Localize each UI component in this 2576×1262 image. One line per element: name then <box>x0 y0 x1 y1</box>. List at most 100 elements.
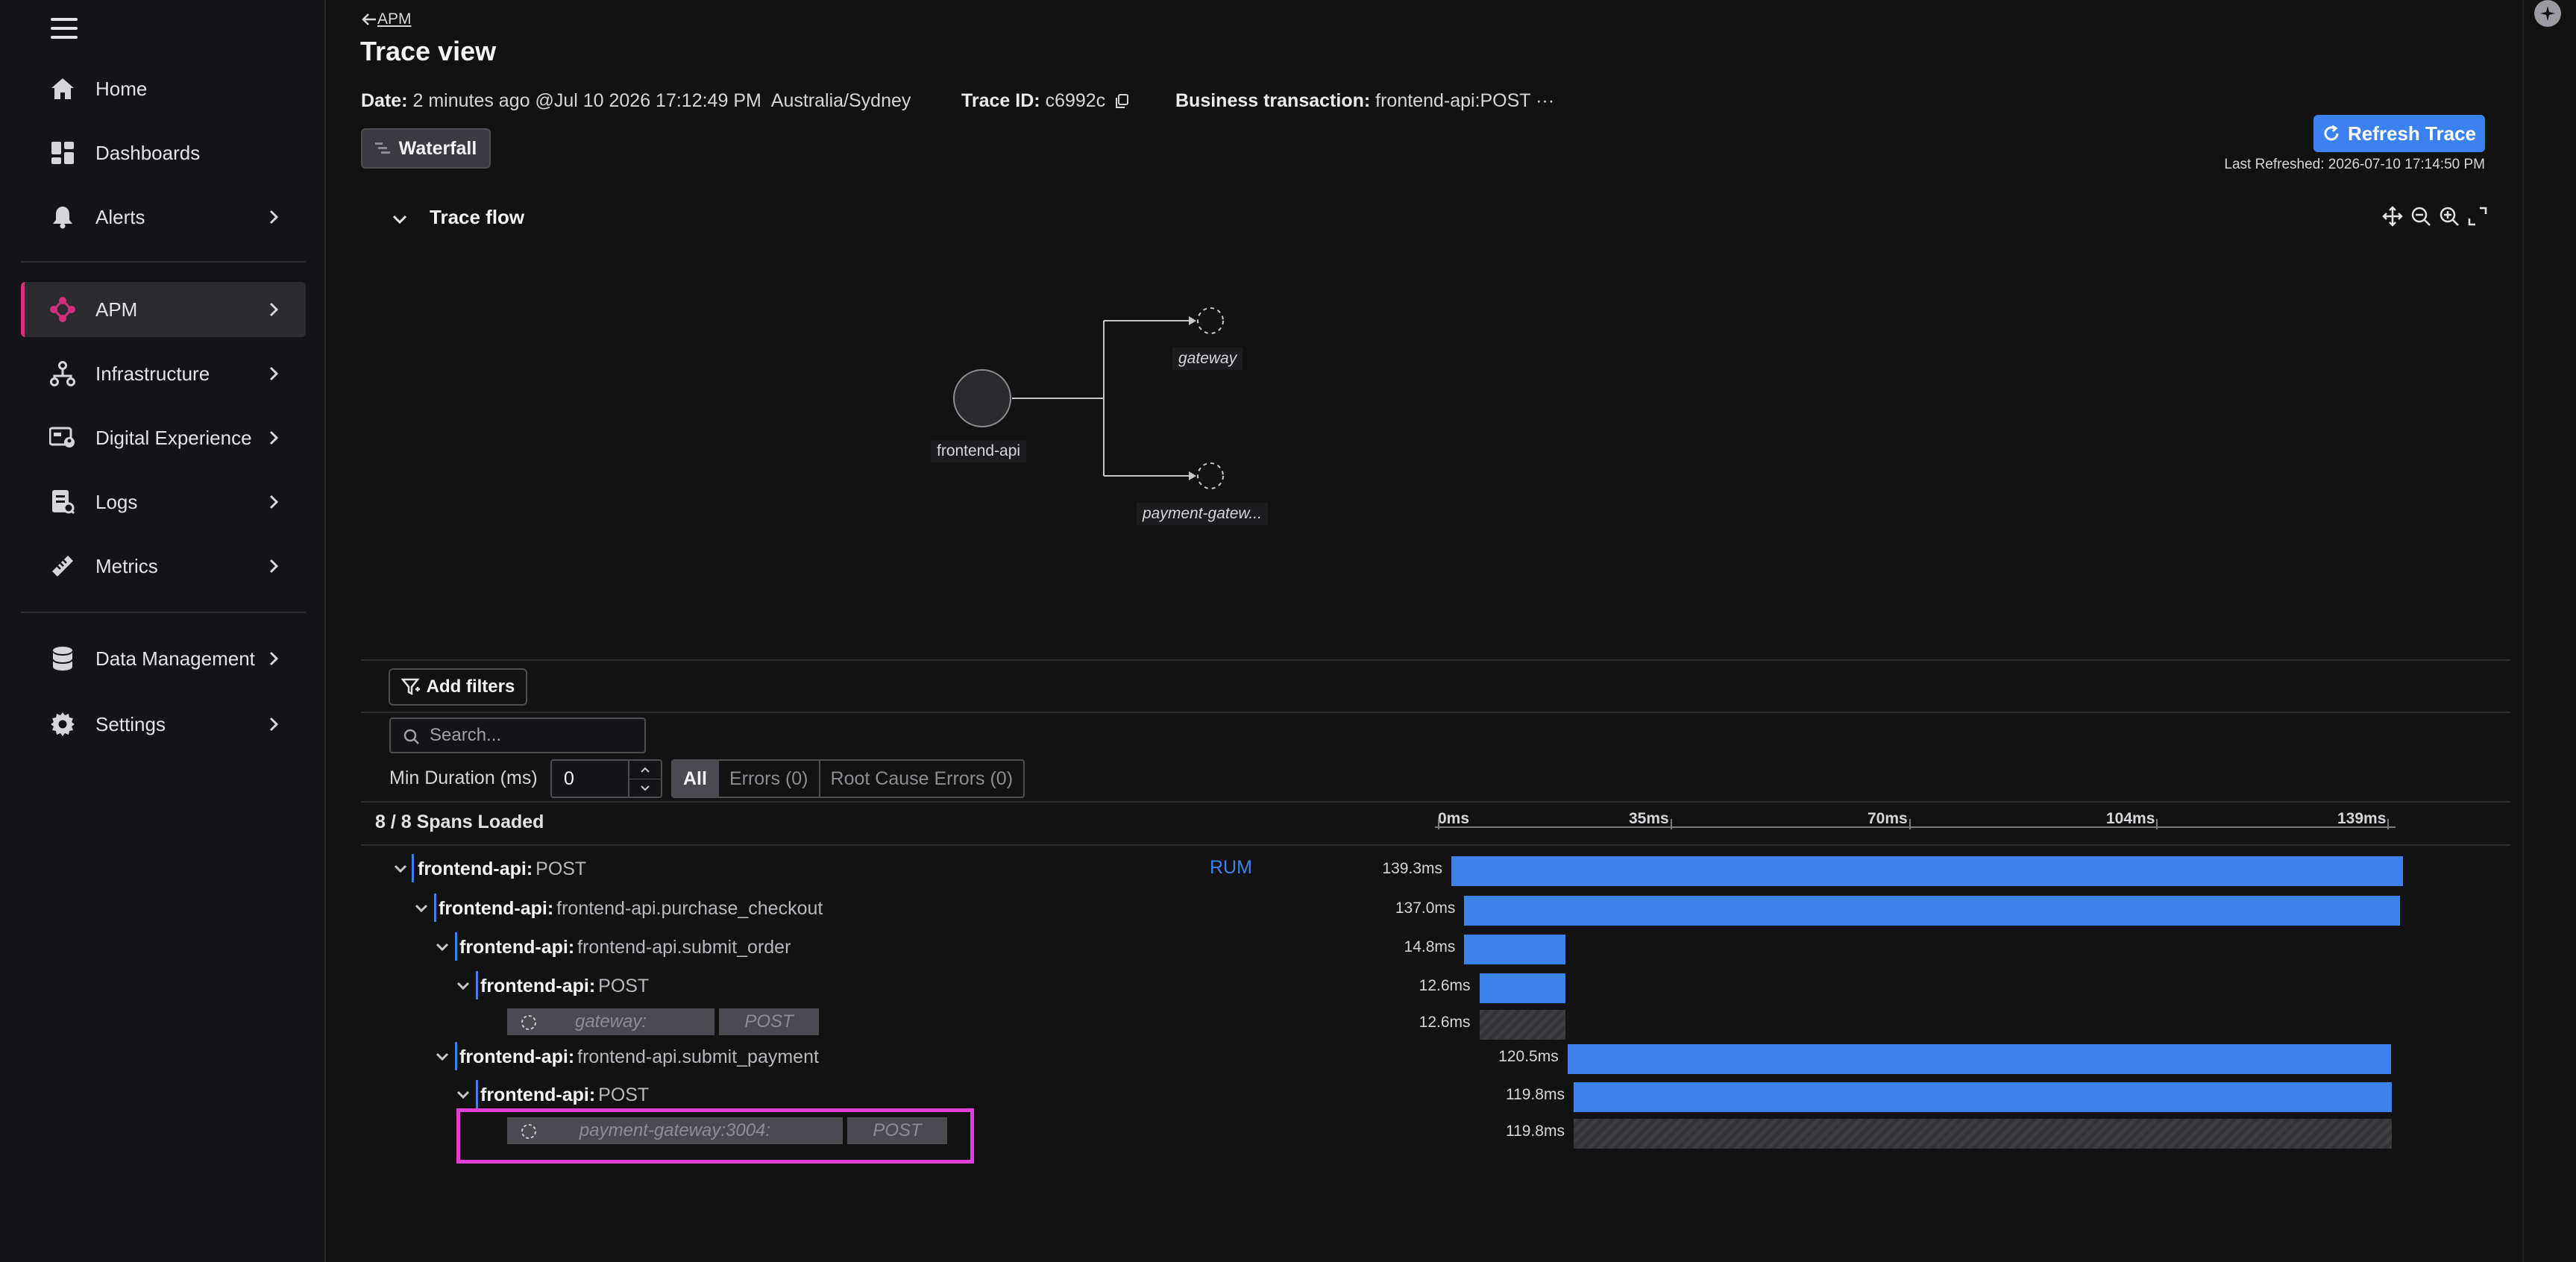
sidebar-item-infrastructure[interactable]: Infrastructure <box>21 346 306 401</box>
sidebar-item-label: Dashboards <box>95 141 201 164</box>
copy-icon[interactable] <box>1113 93 1130 110</box>
digital-experience-icon <box>49 424 76 451</box>
date-value: 2 minutes ago @Jul 10 2026 17:12:49 PM <box>412 90 761 111</box>
remote-method: POST <box>744 1011 794 1032</box>
refresh-trace-button[interactable]: Refresh Trace <box>2313 115 2485 152</box>
span-duration-label: 137.0ms <box>1395 900 1456 917</box>
span-duration-bar[interactable] <box>1464 935 1565 964</box>
sidebar-item-metrics[interactable]: Metrics <box>21 539 306 594</box>
min-duration-field[interactable] <box>550 759 662 798</box>
chevron-right-icon <box>269 430 279 445</box>
span-duration-bar[interactable] <box>1479 1010 1565 1040</box>
span-operation: POST <box>598 976 650 996</box>
timeline-axis: 0ms 35ms 70ms 104ms 139ms <box>1435 810 2396 829</box>
tab-root-cause-errors[interactable]: Root Cause Errors (0) <box>820 761 1024 797</box>
expand-chevron-icon[interactable] <box>413 900 430 917</box>
min-duration-stepper[interactable] <box>628 761 661 797</box>
sidebar-item-label: APM <box>95 298 138 321</box>
sidebar-item-logs[interactable]: Logs <box>21 474 306 530</box>
expand-chevron-icon[interactable] <box>434 939 450 955</box>
chevron-right-icon <box>269 559 279 574</box>
tab-all[interactable]: All <box>673 761 719 797</box>
sidebar-item-home[interactable]: Home <box>21 61 306 116</box>
arrowhead <box>1189 316 1196 325</box>
axis-tick: 70ms <box>1867 810 1911 829</box>
span-duration-bar[interactable] <box>1451 856 2403 886</box>
back-to-apm-link[interactable]: APM <box>361 10 412 28</box>
chevron-right-icon <box>269 651 279 666</box>
span-service: frontend-api: <box>459 937 575 958</box>
collapse-trace-flow-icon[interactable] <box>388 207 412 231</box>
refresh-icon <box>2324 125 2339 141</box>
span-duration-bar[interactable] <box>1573 1082 2393 1112</box>
add-filters-button[interactable]: Add filters <box>389 668 527 706</box>
sidebar-item-digital-experience[interactable]: Digital Experience <box>21 410 306 465</box>
sidebar-item-data-management[interactable]: Data Management <box>21 631 306 686</box>
span-depth-marker <box>434 894 436 922</box>
rum-link[interactable]: RUM <box>1210 857 1252 879</box>
sidebar-item-dashboards[interactable]: Dashboards <box>21 125 306 180</box>
span-service: frontend-api: <box>480 1084 596 1105</box>
span-name: frontend-api: frontend-api.purchase_check… <box>439 898 823 920</box>
remote-service-name: gateway: <box>574 1011 647 1032</box>
sidebar-item-label: Logs <box>95 490 138 513</box>
span-row[interactable]: gateway: POST 12.6ms <box>361 1004 2510 1041</box>
node-label-gateway: gateway <box>1172 348 1243 370</box>
view-mode-button[interactable]: Waterfall <box>361 128 491 169</box>
assistant-button[interactable] <box>2534 0 2561 27</box>
infrastructure-icon <box>49 360 76 387</box>
span-operation: frontend-api.submit_payment <box>577 1046 819 1067</box>
span-duration-bar[interactable] <box>1573 1119 2393 1149</box>
search-field[interactable] <box>389 718 646 753</box>
span-row[interactable]: frontend-api: POST 12.6ms <box>361 967 2510 1005</box>
increment-icon[interactable] <box>629 761 661 779</box>
span-service: frontend-api: <box>418 858 533 879</box>
remote-service-icon <box>521 1015 536 1030</box>
tab-errors[interactable]: Errors (0) <box>719 761 820 797</box>
hamburger-icon[interactable] <box>51 18 78 42</box>
span-row[interactable]: frontend-api: frontend-api.submit_order 14… <box>361 929 2510 966</box>
span-row[interactable]: frontend-api: frontend-api.purchase_check… <box>361 890 2510 927</box>
pan-icon[interactable] <box>2381 204 2404 228</box>
span-depth-marker <box>412 854 414 882</box>
span-name: frontend-api: POST <box>418 858 586 880</box>
node-frontend-api[interactable] <box>953 369 1011 427</box>
span-duration-bar[interactable] <box>1479 973 1565 1003</box>
expand-chevron-icon[interactable] <box>392 861 409 877</box>
sidebar-item-label: Metrics <box>95 554 158 577</box>
span-row[interactable]: frontend-api: POST 139.3ms <box>361 850 2510 888</box>
error-filter-tabs: All Errors (0) Root Cause Errors (0) <box>671 759 1025 798</box>
expand-chevron-icon[interactable] <box>434 1049 450 1065</box>
sidebar-item-label: Infrastructure <box>95 362 210 385</box>
span-name: frontend-api: frontend-api.submit_order <box>459 937 791 958</box>
refresh-trace-label: Refresh Trace <box>2348 122 2476 145</box>
remote-span[interactable]: gateway: POST <box>507 1008 819 1035</box>
span-duration-bar[interactable] <box>1567 1044 2391 1074</box>
waterfall-icon <box>374 142 390 154</box>
min-duration-input[interactable] <box>562 767 625 791</box>
sidebar-item-apm[interactable]: APM <box>21 282 306 337</box>
expand-chevron-icon[interactable] <box>455 978 471 994</box>
divider <box>361 712 2510 713</box>
span-operation: POST <box>598 1084 650 1105</box>
span-duration-bar[interactable] <box>1464 896 2401 926</box>
expand-chevron-icon[interactable] <box>455 1087 471 1103</box>
node-gateway[interactable] <box>1197 307 1224 334</box>
zoom-in-icon[interactable] <box>2437 204 2461 228</box>
divider <box>361 659 2510 661</box>
decrement-icon[interactable] <box>629 779 661 797</box>
sidebar-item-alerts[interactable]: Alerts <box>21 189 306 245</box>
more-icon[interactable]: ··· <box>1536 90 1554 111</box>
zoom-out-icon[interactable] <box>2409 204 2433 228</box>
trace-flow-title: Trace flow <box>430 206 525 228</box>
fit-screen-icon[interactable] <box>2466 204 2489 228</box>
sidebar-item-settings[interactable]: Settings <box>21 697 306 752</box>
node-payment-gateway[interactable] <box>1197 462 1224 489</box>
span-row[interactable]: frontend-api: frontend-api.submit_payment… <box>361 1038 2510 1076</box>
selection-highlight <box>456 1108 974 1164</box>
search-input[interactable] <box>428 724 640 747</box>
span-duration-label: 12.6ms <box>1419 1014 1471 1031</box>
timezone: Australia/Sydney <box>770 90 911 111</box>
sidebar: Home Dashboards Alerts APM Infrastructur… <box>0 0 326 1262</box>
search-icon <box>403 729 419 744</box>
